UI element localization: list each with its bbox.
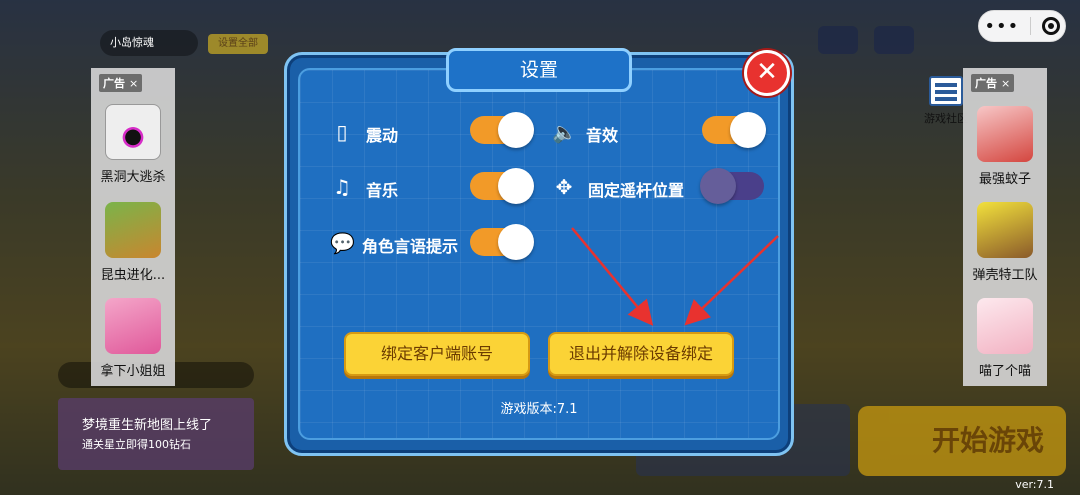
toggle-knob <box>498 168 534 204</box>
ad-item[interactable]: 喵了个喵 <box>963 298 1047 379</box>
music-toggle[interactable] <box>470 168 534 204</box>
vibration-toggle[interactable] <box>470 112 534 148</box>
setting-label-speech: 角色言语提示 <box>362 237 459 256</box>
ad-item-label: 最强蚊子 <box>978 172 1031 187</box>
dialog-title: 设置 <box>446 48 632 92</box>
corner-version: ver:7.1 <box>1015 478 1054 491</box>
ad-panel-left: 广告 × 黑洞大逃杀 昆虫进化... 拿下小姐姐 <box>91 68 175 386</box>
miniprogram-capsule: ••• <box>978 10 1066 42</box>
sound-toggle[interactable] <box>702 112 766 148</box>
setting-label-sound: 音效 <box>586 126 619 145</box>
ad-tag: 广告 <box>975 77 997 90</box>
music-icon: ♫ <box>333 175 351 199</box>
ad-header: 广告 × <box>971 74 1015 92</box>
game-thumbnail <box>105 298 161 354</box>
ad-close-button[interactable]: × <box>129 77 138 90</box>
close-button[interactable]: ✕ <box>744 50 790 96</box>
exit-icon[interactable] <box>1041 17 1060 35</box>
ad-tag: 广告 <box>103 77 125 90</box>
ad-panel-right: 广告 × 最强蚊子 弹壳特工队 喵了个喵 <box>963 68 1047 386</box>
vibration-icon: ▯ <box>336 120 348 144</box>
game-thumbnail <box>977 106 1033 162</box>
ad-item[interactable]: 昆虫进化... <box>91 202 175 283</box>
ad-item-label: 黑洞大逃杀 <box>100 170 166 185</box>
joystick-icon: ✥ <box>555 175 573 199</box>
toggle-knob <box>700 168 736 204</box>
banner-subline: 通关星立即得100钻石 <box>82 438 191 451</box>
setting-label-music: 音乐 <box>366 181 399 200</box>
ad-item[interactable]: 弹壳特工队 <box>963 202 1047 283</box>
ad-header: 广告 × <box>99 74 143 92</box>
ad-item[interactable]: 拿下小姐姐 <box>91 298 175 379</box>
toggle-knob <box>730 112 766 148</box>
capsule-divider <box>1029 17 1031 35</box>
ad-item-label: 弹壳特工队 <box>972 268 1038 283</box>
newspaper-icon <box>929 76 963 106</box>
more-icon[interactable]: ••• <box>984 16 1019 37</box>
ad-item[interactable]: 最强蚊子 <box>963 106 1047 187</box>
unbind-device-button[interactable]: 退出并解除设备绑定 <box>548 332 734 376</box>
speaker-icon: 🔈 <box>552 120 577 144</box>
speech-bubble-icon: 💬 <box>330 231 355 255</box>
ad-item[interactable]: 黑洞大逃杀 <box>91 104 175 185</box>
start-game-button[interactable]: 开始游戏 <box>858 406 1066 476</box>
news-banner[interactable]: 梦境重生新地图上线了 通关星立即得100钻石 <box>58 398 254 470</box>
banner-headline: 梦境重生新地图上线了 <box>82 418 213 433</box>
menu-icon[interactable] <box>874 26 914 54</box>
speech-toggle[interactable] <box>470 224 534 260</box>
game-thumbnail <box>105 202 161 258</box>
ad-item-label: 拿下小姐姐 <box>100 364 166 379</box>
setting-label-joystick: 固定遥杆位置 <box>588 181 685 200</box>
setting-label-vibration: 震动 <box>366 126 399 145</box>
ad-item-label: 喵了个喵 <box>978 364 1031 379</box>
toggle-knob <box>498 224 534 260</box>
ad-item-label: 昆虫进化... <box>100 268 166 283</box>
game-thumbnail <box>977 202 1033 258</box>
ad-close-button[interactable]: × <box>1001 77 1010 90</box>
player-name: 小岛惊魂 <box>100 30 198 56</box>
game-thumbnail <box>105 104 161 160</box>
game-version: 游戏版本:7.1 <box>500 402 578 417</box>
game-thumbnail <box>977 298 1033 354</box>
hud-badge: 设置全部 <box>208 34 268 54</box>
joystick-toggle[interactable] <box>700 168 764 204</box>
mail-icon[interactable] <box>818 26 858 54</box>
bind-account-button[interactable]: 绑定客户端账号 <box>344 332 530 376</box>
toggle-knob <box>498 112 534 148</box>
